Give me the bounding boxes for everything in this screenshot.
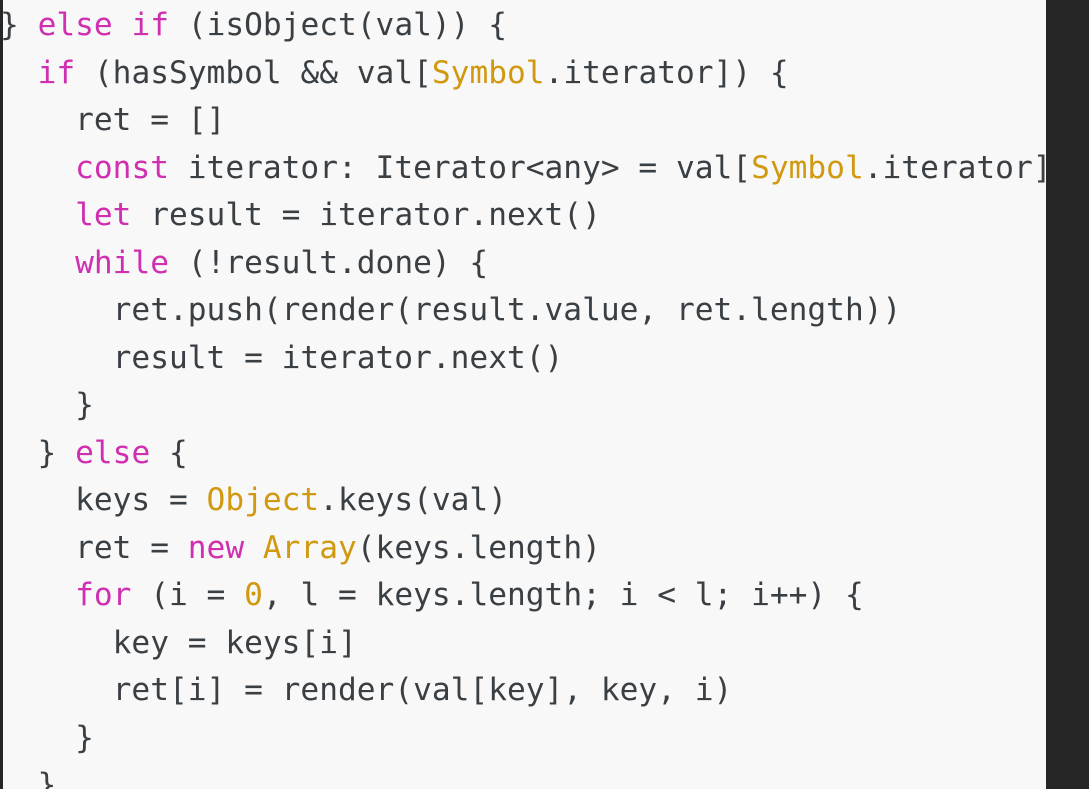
code-line[interactable]: keys = Object.keys(val) [0, 477, 1046, 525]
left-edge-strip [0, 0, 3, 789]
code-token: if [131, 7, 170, 43]
code-line[interactable]: ret.push(render(result.value, ret.length… [0, 287, 1046, 335]
code-token: ret = [0, 529, 188, 566]
code-token: Symbol [751, 149, 864, 186]
code-token: const [75, 149, 169, 186]
code-token: result = iterator.next() [131, 197, 601, 233]
code-line[interactable]: } [0, 382, 1046, 430]
code-token: new [187, 529, 245, 566]
code-token: } [0, 387, 94, 423]
code-token: { [150, 434, 188, 471]
code-token: else [75, 434, 151, 471]
code-line[interactable]: } else if (isObject(val)) { [0, 2, 1046, 50]
code-token: result = iterator.next() [0, 339, 564, 376]
code-editor-screenshot: } else if (isObject(val)) { if (hasSymbo… [0, 0, 1089, 789]
code-line[interactable]: ret[i] = render(val[key], key, i) [0, 667, 1046, 715]
code-token: .iterator]) { [544, 54, 789, 91]
code-token: (keys.length) [356, 529, 601, 566]
code-token: (i = [131, 577, 245, 613]
code-token: } [0, 767, 57, 789]
code-line[interactable]: } else { [0, 430, 1046, 478]
code-token: Symbol [431, 54, 545, 91]
code-line[interactable]: let result = iterator.next() [0, 192, 1046, 240]
code-token: let [75, 197, 132, 233]
code-line[interactable]: const iterator: Iterator<any> = val[Symb… [0, 145, 1089, 193]
code-content-area[interactable]: } else if (isObject(val)) { if (hasSymbo… [0, 2, 1089, 789]
code-line[interactable]: for (i = 0, l = keys.length; i < l; i++)… [0, 572, 1046, 620]
code-token: keys = [0, 482, 207, 518]
code-line[interactable]: result = iterator.next() [0, 335, 1046, 383]
code-line[interactable]: } [0, 715, 1046, 763]
code-line[interactable]: ret = new Array(keys.length) [0, 525, 1046, 573]
code-token: (hasSymbol && val[ [75, 54, 432, 91]
code-line[interactable]: } [0, 762, 1046, 789]
code-token: ret = [] [0, 102, 226, 138]
code-token: } [0, 7, 38, 43]
code-token: ret.push(render(result.value, ret.length… [0, 292, 902, 328]
code-token: , l = keys.length; i < l; i++) { [262, 577, 864, 613]
code-token: if [37, 54, 76, 91]
code-token: for [75, 577, 132, 613]
code-token: .keys(val) [319, 482, 507, 518]
code-token: } [0, 434, 76, 471]
code-line[interactable]: ret = [] [0, 97, 1046, 145]
code-token: key = keys[i] [0, 624, 357, 661]
code-line[interactable]: if (hasSymbol && val[Symbol.iterator]) { [0, 50, 1046, 98]
code-token: 0 [244, 577, 263, 613]
code-line[interactable]: key = keys[i] [0, 620, 1046, 668]
code-token: (!result.done) { [169, 244, 489, 281]
code-line[interactable]: while (!result.done) { [0, 240, 1046, 288]
code-token: iterator: Iterator<any> = val[ [169, 149, 752, 186]
code-token: Object [206, 482, 320, 518]
code-token: } [0, 719, 94, 756]
code-token: Array [262, 529, 357, 566]
code-token: (isObject(val)) { [169, 7, 507, 43]
code-token: while [75, 244, 169, 281]
right-edge-strip [1046, 0, 1089, 789]
code-token: else [37, 7, 113, 43]
code-token: ret[i] = render(val[key], key, i) [0, 672, 733, 708]
